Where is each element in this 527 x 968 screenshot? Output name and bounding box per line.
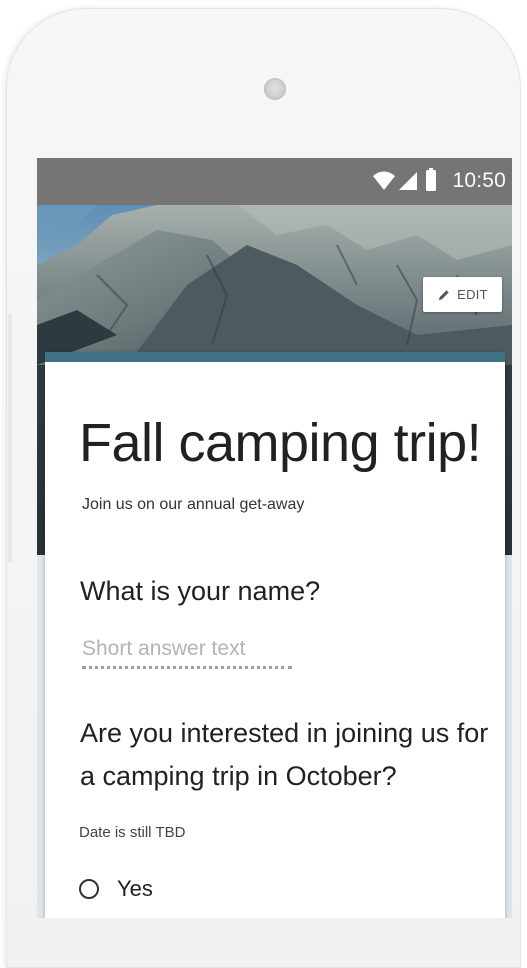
- edit-button[interactable]: EDIT: [423, 277, 502, 312]
- status-time: 10:50: [452, 169, 506, 192]
- radio-circle-icon[interactable]: [79, 879, 99, 899]
- radio-option-label: Yes: [117, 876, 153, 901]
- phone-side-button: [8, 313, 12, 563]
- form-description: Join us on our annual get-away: [82, 496, 305, 513]
- header-image: EDIT: [37, 205, 512, 365]
- wifi-icon: [373, 171, 395, 190]
- radio-option-yes[interactable]: Yes: [79, 876, 153, 902]
- edit-label: EDIT: [457, 287, 488, 302]
- form-title: Fall camping trip!: [79, 413, 482, 473]
- phone-speaker: [264, 78, 286, 100]
- phone-frame: 10:50 EDIT Fall camping trip! Join us on…: [6, 8, 521, 968]
- status-icons: [373, 168, 436, 191]
- battery-icon: [426, 170, 436, 191]
- phone-screen: 10:50 EDIT Fall camping trip! Join us on…: [37, 158, 512, 918]
- question-name-label: What is your name?: [80, 576, 321, 606]
- name-input[interactable]: [82, 632, 292, 669]
- question-interest-label: Are you interested in joining us for a c…: [80, 718, 489, 791]
- status-bar: 10:50: [37, 158, 512, 205]
- question-interest-help: Date is still TBD: [79, 824, 186, 841]
- cell-signal-icon: [399, 172, 417, 190]
- pencil-icon: [439, 289, 449, 300]
- form-card: Fall camping trip! Join us on our annual…: [45, 352, 505, 918]
